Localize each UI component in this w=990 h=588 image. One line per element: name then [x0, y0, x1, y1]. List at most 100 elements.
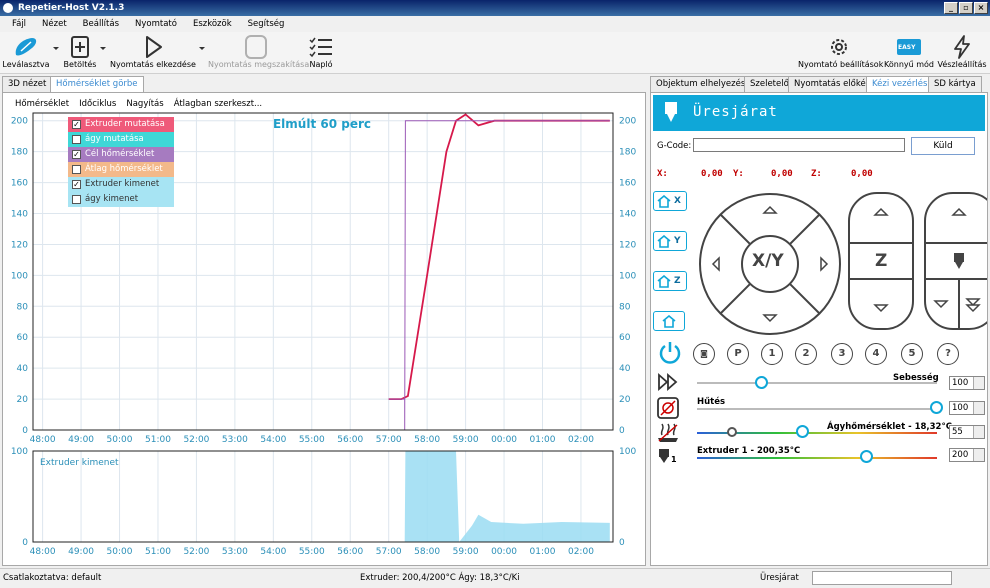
extruder-target-knob[interactable] [860, 450, 874, 463]
preset-4-button[interactable]: 4 [865, 343, 887, 365]
printer-status: Üresjárat [693, 104, 778, 120]
x-tick-label: 48:00 [30, 547, 56, 557]
home-x-button[interactable]: X [653, 191, 687, 211]
checkbox-icon [72, 135, 81, 144]
preset-3-button[interactable]: 3 [831, 343, 853, 365]
lightning-icon [954, 35, 970, 59]
home-y-button[interactable]: Y [653, 231, 687, 251]
home-icon [657, 195, 671, 208]
y2-tick-label: 80 [619, 302, 631, 312]
fan-slider-knob[interactable] [930, 401, 943, 414]
gcode-input[interactable] [693, 138, 905, 152]
y2-tick-label: 140 [619, 210, 636, 220]
home-z-button[interactable]: Z [653, 271, 687, 291]
y2-tick-label: 160 [619, 179, 636, 189]
xy-label: X/Y [752, 251, 784, 271]
restore-button[interactable]: ▫ [959, 2, 973, 14]
extruder-jog-pad[interactable] [923, 191, 987, 331]
y2-tick-label: 60 [619, 333, 631, 343]
x-tick-label: 01:00 [530, 435, 556, 445]
legend-bed[interactable]: ágy mutatása [68, 132, 174, 147]
y-tick-label: 40 [17, 364, 29, 374]
y2-tick-label: 20 [619, 395, 631, 405]
x-tick-label: 55:00 [299, 547, 325, 557]
extruder-icon [665, 102, 677, 122]
speed-slider-knob[interactable] [754, 376, 768, 389]
extruder-heater-icon[interactable] [657, 448, 671, 466]
x-tick-label: 58:00 [414, 547, 440, 557]
y2-tick-label: 200 [619, 117, 636, 127]
x-tick-label: 00:00 [491, 435, 517, 445]
tab-print-preview[interactable]: Nyomtatás előkép [788, 76, 878, 92]
x-tick-label: 53:00 [222, 547, 248, 557]
bed-current-marker [727, 427, 737, 437]
fan-label: Hűtés [697, 397, 726, 407]
x-tick-label: 54:00 [260, 547, 286, 557]
x-tick-label: 51:00 [145, 435, 171, 445]
gcode-label: G-Code: [657, 141, 692, 151]
legend-average[interactable]: Átlag hőmérséklet [68, 162, 174, 177]
send-button[interactable]: Küld [911, 137, 975, 155]
y-tick-label: 80 [17, 302, 29, 312]
motor-icon: ◙ [700, 349, 708, 358]
bed-target-knob[interactable] [795, 425, 809, 438]
x-tick-label: 54:00 [260, 435, 286, 445]
y-tick-label: 0 [22, 426, 28, 436]
home-icon [662, 315, 676, 328]
close-button[interactable]: × [974, 2, 988, 14]
tab-sd-card[interactable]: SD kártya [928, 76, 982, 92]
checkbox-icon: ✓ [72, 150, 81, 159]
y-tick-label: 140 [11, 210, 28, 220]
legend-extruder[interactable]: ✓ Extruder mutatása [68, 117, 174, 132]
extruder-temperature-slider[interactable] [697, 457, 937, 459]
manual-control-panel: Üresjárat G-Code: Küld X: 0,00 Y: 0,00 Z… [650, 92, 988, 566]
x-tick-label: 02:00 [568, 435, 594, 445]
legend-extruder-output[interactable]: ✓ Extruder kimenet [68, 177, 174, 192]
y-tick-label: 120 [11, 240, 28, 250]
fan-input[interactable]: 100 [949, 401, 985, 415]
power-icon[interactable] [657, 339, 683, 365]
checkbox-icon [72, 165, 81, 174]
help-button[interactable]: ? [937, 343, 959, 365]
legend-bed-output[interactable]: ágy kimenet [68, 192, 174, 207]
y2-tick-label: 0 [619, 426, 625, 436]
fan-icon[interactable] [657, 397, 679, 419]
right-tab-bar: Objektum elhelyezése Szeletelő Nyomtatás… [650, 76, 990, 93]
y-tick-label: 200 [11, 117, 28, 127]
motor-off-button[interactable]: ◙ [693, 343, 715, 365]
checkbox-icon: ✓ [72, 180, 81, 189]
legend-target[interactable]: ✓ Cél hőmérséklet [68, 147, 174, 162]
printer-settings-button[interactable]: Nyomtató beállítások [798, 32, 883, 74]
home-icon [657, 235, 671, 248]
y2-tick-label: 40 [619, 364, 631, 374]
preset-5-button[interactable]: 5 [901, 343, 923, 365]
tab-object-placement[interactable]: Objektum elhelyezése [650, 76, 757, 92]
home-all-button[interactable] [653, 311, 685, 331]
extruder-temperature-label: Extruder 1 - 200,35°C [697, 446, 801, 456]
speed-slider[interactable] [697, 382, 937, 384]
connection-status: Csatlakoztatva: default [3, 573, 102, 583]
checkbox-icon [72, 195, 81, 204]
preset-2-button[interactable]: 2 [795, 343, 817, 365]
easy-badge: EASY [898, 44, 916, 51]
emergency-stop-button[interactable]: Vészleállítás [936, 32, 988, 74]
progress-bar [812, 571, 952, 585]
tab-manual-control[interactable]: Kézi vezérlés [866, 76, 934, 93]
x-tick-label: 49:00 [68, 435, 94, 445]
fast-forward-icon [658, 373, 678, 391]
preset-1-button[interactable]: 1 [761, 343, 783, 365]
speed-input[interactable]: 100 [949, 376, 985, 390]
park-button[interactable]: P [727, 343, 749, 365]
y2-tick-label: 180 [619, 148, 636, 158]
y-tick-label: 20 [17, 395, 29, 405]
x-tick-label: 01:00 [530, 547, 556, 557]
bed-temperature-input[interactable]: 55 [949, 425, 985, 439]
chart-legend: ✓ Extruder mutatása ágy mutatása ✓ Cél hőm… [68, 117, 174, 207]
checkbox-icon: ✓ [72, 120, 81, 129]
x-tick-label: 59:00 [453, 547, 479, 557]
extruder-temperature-input[interactable]: 200 [949, 448, 985, 462]
easy-mode-button[interactable]: EASY Könnyű mód [883, 32, 935, 74]
heated-bed-icon[interactable] [657, 423, 679, 443]
fan-slider[interactable] [697, 408, 937, 410]
minimize-button[interactable]: _ [944, 2, 958, 14]
